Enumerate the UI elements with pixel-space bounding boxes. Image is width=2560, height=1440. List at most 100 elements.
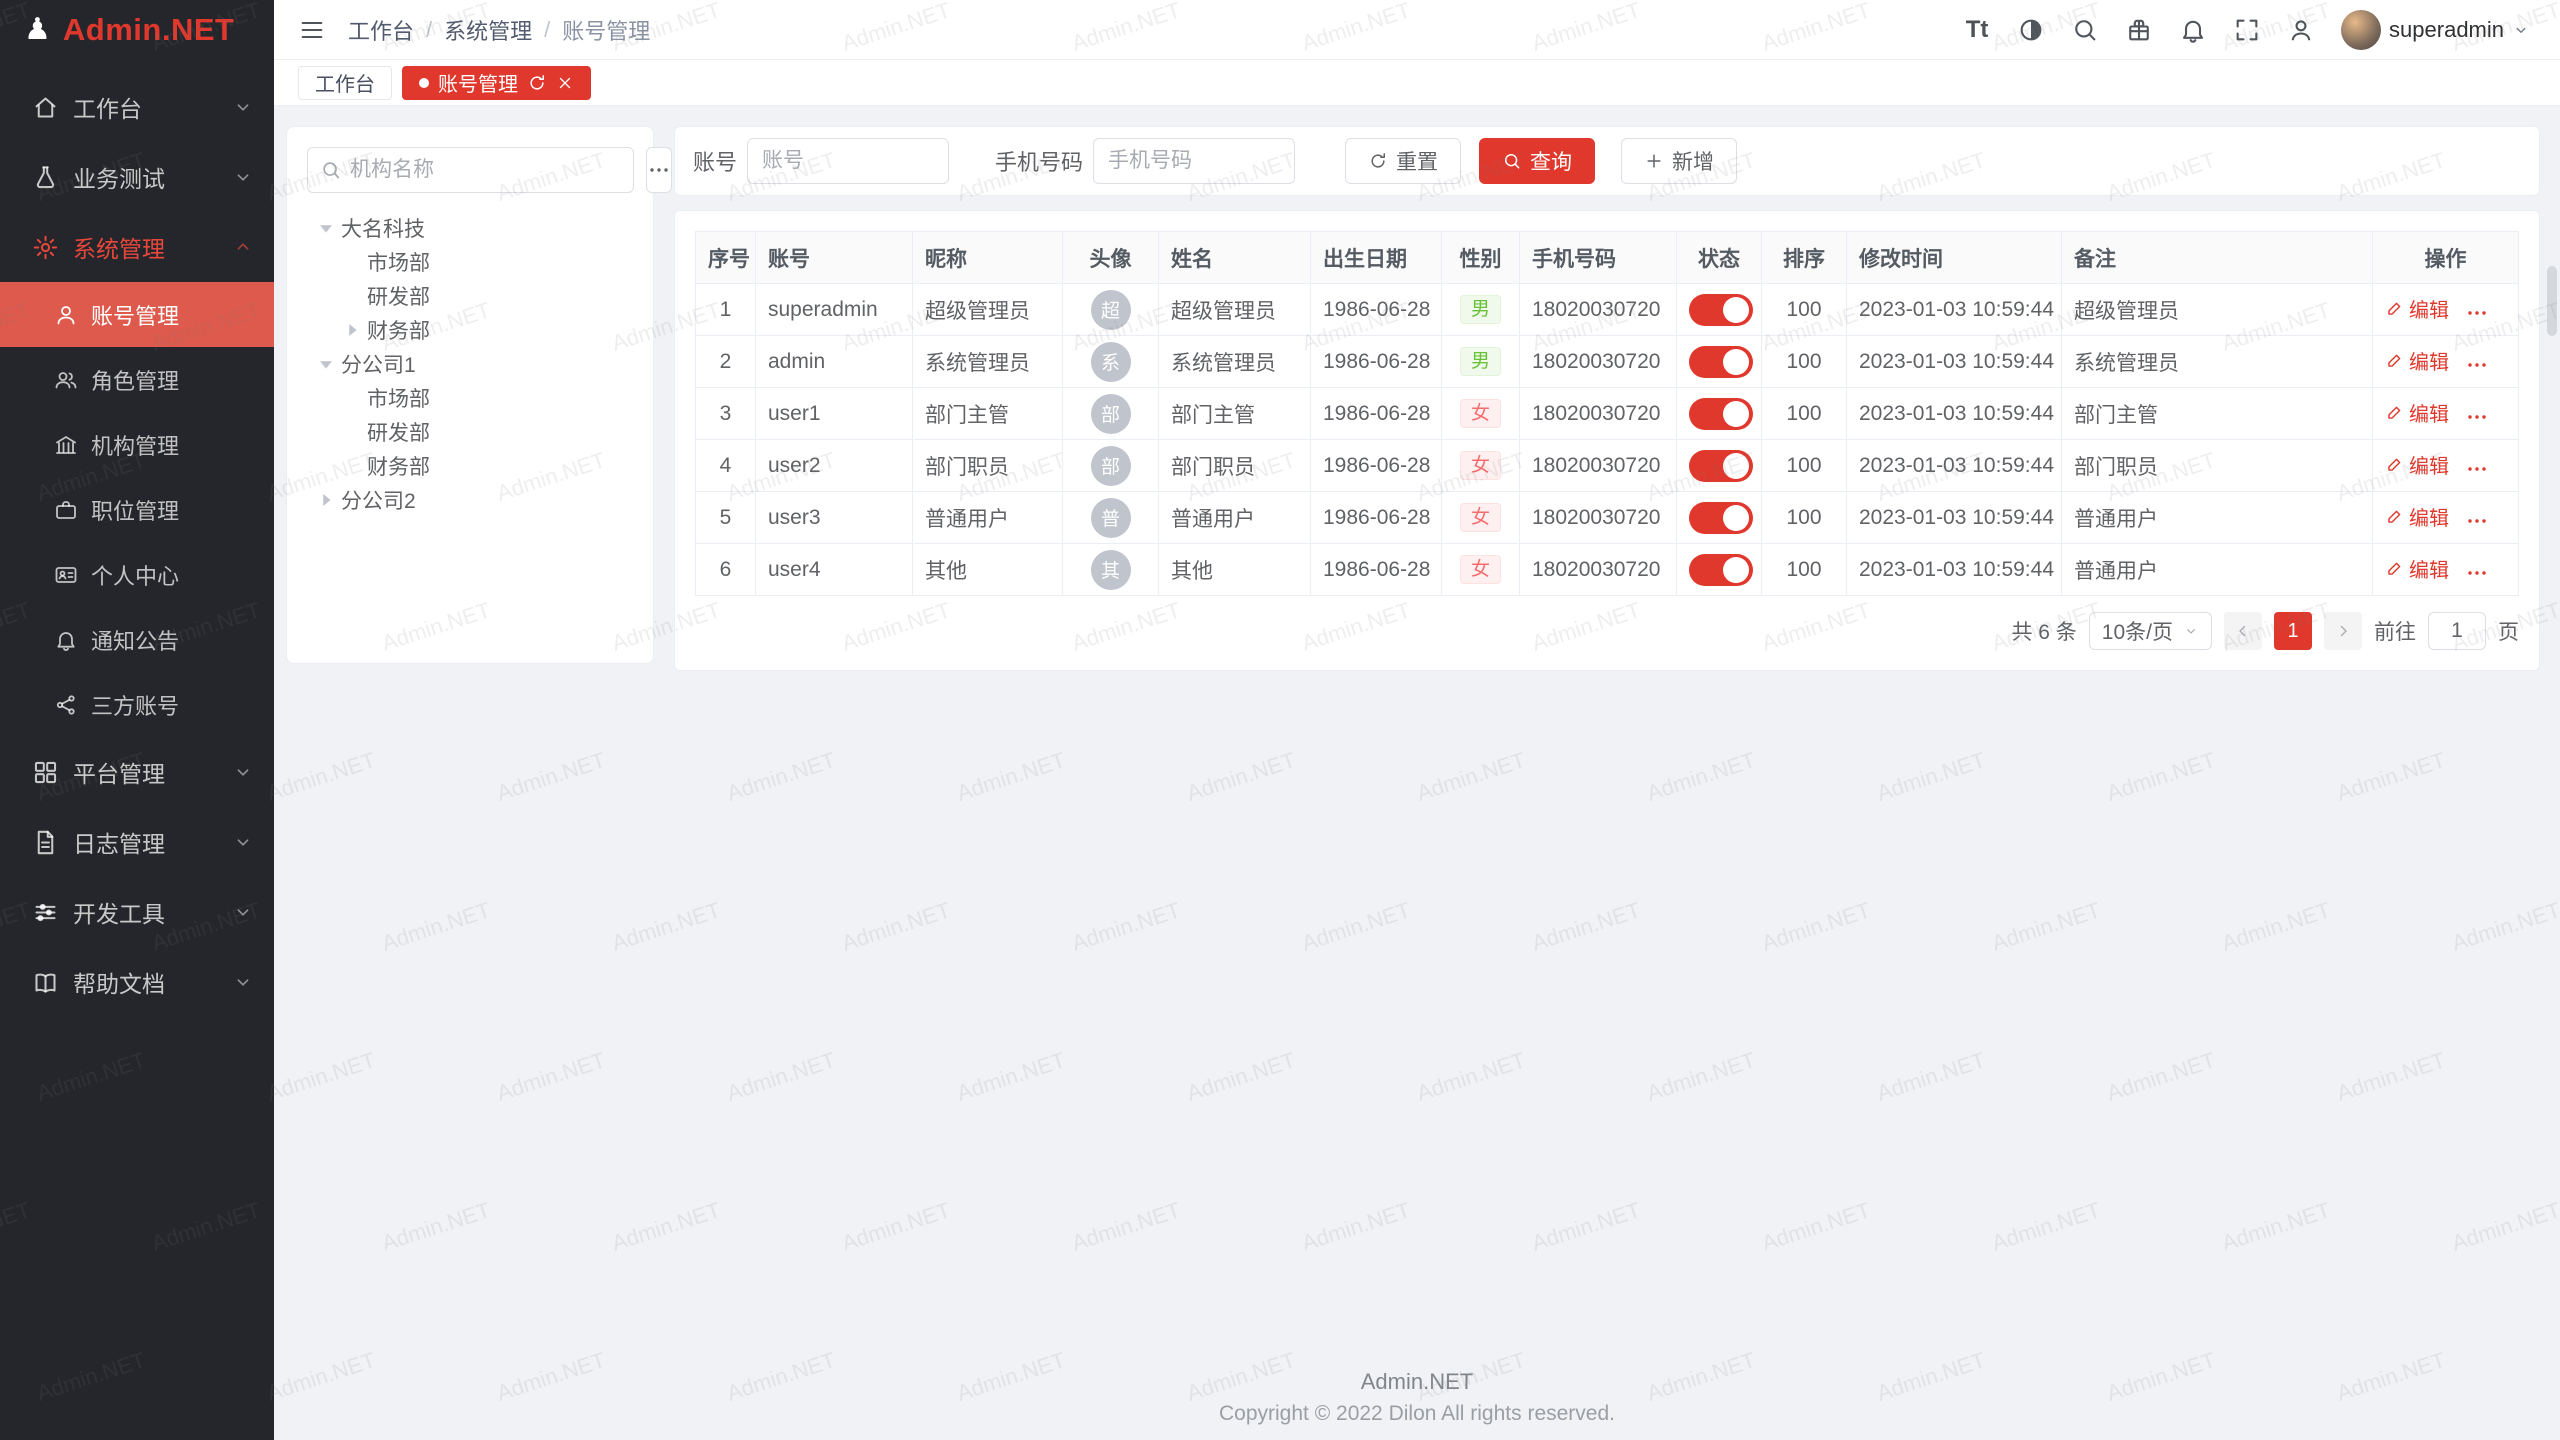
chevron-down-icon bbox=[232, 166, 254, 188]
tree-node[interactable]: 财务部 bbox=[307, 313, 633, 347]
query-button[interactable]: 查询 bbox=[1479, 138, 1595, 184]
tab-account-management[interactable]: 账号管理 bbox=[402, 66, 591, 100]
sidebar-item-role-management[interactable]: 角色管理 bbox=[0, 347, 274, 412]
sidebar-item-third-party-account[interactable]: 三方账号 bbox=[0, 672, 274, 737]
tree-node[interactable]: 市场部 bbox=[307, 381, 633, 415]
total-count: 共 6 条 bbox=[2011, 616, 2076, 646]
user-menu[interactable]: superadmin bbox=[2341, 10, 2530, 50]
user-avatar bbox=[2341, 10, 2381, 50]
cell-index: 6 bbox=[696, 544, 756, 596]
tree-node[interactable]: 研发部 bbox=[307, 279, 633, 313]
chevron-left-icon bbox=[2234, 622, 2252, 640]
briefcase-icon bbox=[54, 498, 78, 522]
tree-expand-icon[interactable] bbox=[315, 217, 337, 239]
more-actions-icon[interactable] bbox=[2465, 561, 2489, 585]
close-icon[interactable] bbox=[556, 74, 574, 92]
sidebar-item-platform-management[interactable]: 平台管理 bbox=[0, 737, 274, 807]
status-toggle[interactable] bbox=[1689, 502, 1753, 534]
next-page-button[interactable] bbox=[2324, 612, 2362, 650]
sidebar-item-position-management[interactable]: 职位管理 bbox=[0, 477, 274, 542]
add-button[interactable]: 新增 bbox=[1621, 138, 1737, 184]
edit-button[interactable]: 编辑 bbox=[2385, 554, 2449, 583]
sidebar-item-log-management[interactable]: 日志管理 bbox=[0, 807, 274, 877]
org-more-button[interactable] bbox=[646, 147, 672, 193]
phone-filter-input[interactable] bbox=[1093, 138, 1295, 184]
org-search-input[interactable] bbox=[350, 158, 621, 182]
prev-page-button[interactable] bbox=[2224, 612, 2262, 650]
edit-button-label: 编辑 bbox=[2409, 450, 2449, 479]
sidebar-item-org-management[interactable]: 机构管理 bbox=[0, 412, 274, 477]
notification-bell-icon[interactable] bbox=[2179, 16, 2207, 44]
tree-expand-icon[interactable] bbox=[315, 489, 337, 511]
cell-actions: 编辑 bbox=[2373, 284, 2519, 336]
account-filter-input[interactable] bbox=[747, 138, 949, 184]
cell-birthdate: 1986-06-28 bbox=[1311, 492, 1442, 544]
tree-node[interactable]: 大名科技 bbox=[307, 211, 633, 245]
cell-avatar: 超 bbox=[1063, 284, 1159, 336]
sidebar-item-help-docs[interactable]: 帮助文档 bbox=[0, 947, 274, 1017]
search-icon[interactable] bbox=[2071, 16, 2099, 44]
breadcrumb-item-system-management[interactable]: 系统管理 bbox=[444, 14, 532, 46]
tree-expand-icon[interactable] bbox=[315, 353, 337, 375]
page-1-button[interactable]: 1 bbox=[2274, 612, 2312, 650]
edit-button[interactable]: 编辑 bbox=[2385, 294, 2449, 323]
sidebar-item-account-management[interactable]: 账号管理 bbox=[0, 282, 274, 347]
tree-expand-icon[interactable] bbox=[341, 319, 363, 341]
submenu-system-management: 账号管理角色管理机构管理职位管理个人中心通知公告三方账号 bbox=[0, 282, 274, 737]
app-logo[interactable]: ♟ Admin.NET bbox=[0, 0, 274, 60]
col-nickname: 昵称 bbox=[913, 232, 1063, 284]
cell-status bbox=[1677, 336, 1762, 388]
cell-gender: 女 bbox=[1442, 440, 1520, 492]
tree-node-label: 市场部 bbox=[367, 383, 430, 413]
edit-button[interactable]: 编辑 bbox=[2385, 346, 2449, 375]
tab-label: 工作台 bbox=[315, 68, 375, 97]
gift-icon[interactable] bbox=[2125, 16, 2153, 44]
edit-button[interactable]: 编辑 bbox=[2385, 502, 2449, 531]
hamburger-menu-icon[interactable] bbox=[298, 16, 326, 44]
status-toggle[interactable] bbox=[1689, 346, 1753, 378]
person-icon[interactable] bbox=[2287, 16, 2315, 44]
theme-icon[interactable] bbox=[2017, 16, 2045, 44]
tree-node[interactable]: 分公司2 bbox=[307, 483, 633, 517]
query-button-label: 查询 bbox=[1530, 146, 1572, 176]
status-toggle[interactable] bbox=[1689, 554, 1753, 586]
refresh-icon[interactable] bbox=[527, 73, 547, 93]
sidebar-item-workbench[interactable]: 工作台 bbox=[0, 72, 274, 142]
sidebar-item-notice-announcement[interactable]: 通知公告 bbox=[0, 607, 274, 672]
sidebar-item-label: 通知公告 bbox=[91, 624, 254, 656]
fullscreen-icon[interactable] bbox=[2233, 16, 2261, 44]
goto-page-input[interactable] bbox=[2428, 612, 2486, 650]
page-size-select[interactable]: 10条/页 bbox=[2089, 612, 2212, 650]
cell-index: 4 bbox=[696, 440, 756, 492]
tree-node[interactable]: 市场部 bbox=[307, 245, 633, 279]
cell-name: 部门职员 bbox=[1159, 440, 1311, 492]
tree-node[interactable]: 分公司1 bbox=[307, 347, 633, 381]
font-size-icon[interactable]: Tt bbox=[1963, 16, 1991, 44]
sidebar-item-business-test[interactable]: 业务测试 bbox=[0, 142, 274, 212]
breadcrumb-item-workbench[interactable]: 工作台 bbox=[348, 14, 414, 46]
scrollbar-thumb[interactable] bbox=[2547, 266, 2557, 336]
status-toggle[interactable] bbox=[1689, 294, 1753, 326]
tree-node[interactable]: 研发部 bbox=[307, 415, 633, 449]
status-toggle[interactable] bbox=[1689, 398, 1753, 430]
status-toggle[interactable] bbox=[1689, 450, 1753, 482]
more-actions-icon[interactable] bbox=[2465, 457, 2489, 481]
tree-node[interactable]: 财务部 bbox=[307, 449, 633, 483]
cell-account: user4 bbox=[756, 544, 913, 596]
more-actions-icon[interactable] bbox=[2465, 353, 2489, 377]
tree-node-label: 分公司1 bbox=[341, 349, 416, 379]
sidebar-item-personal-center[interactable]: 个人中心 bbox=[0, 542, 274, 607]
edit-button[interactable]: 编辑 bbox=[2385, 398, 2449, 427]
tab-workbench[interactable]: 工作台 bbox=[298, 66, 392, 100]
more-actions-icon[interactable] bbox=[2465, 405, 2489, 429]
sidebar-item-system-management[interactable]: 系统管理 bbox=[0, 212, 274, 282]
more-actions-icon[interactable] bbox=[2465, 301, 2489, 325]
sidebar-item-dev-tools[interactable]: 开发工具 bbox=[0, 877, 274, 947]
more-actions-icon[interactable] bbox=[2465, 509, 2489, 533]
col-name: 姓名 bbox=[1159, 232, 1311, 284]
pencil-icon bbox=[2385, 455, 2404, 474]
reset-button[interactable]: 重置 bbox=[1345, 138, 1461, 184]
tree-node-label: 研发部 bbox=[367, 417, 430, 447]
cell-account: superadmin bbox=[756, 284, 913, 336]
edit-button[interactable]: 编辑 bbox=[2385, 450, 2449, 479]
